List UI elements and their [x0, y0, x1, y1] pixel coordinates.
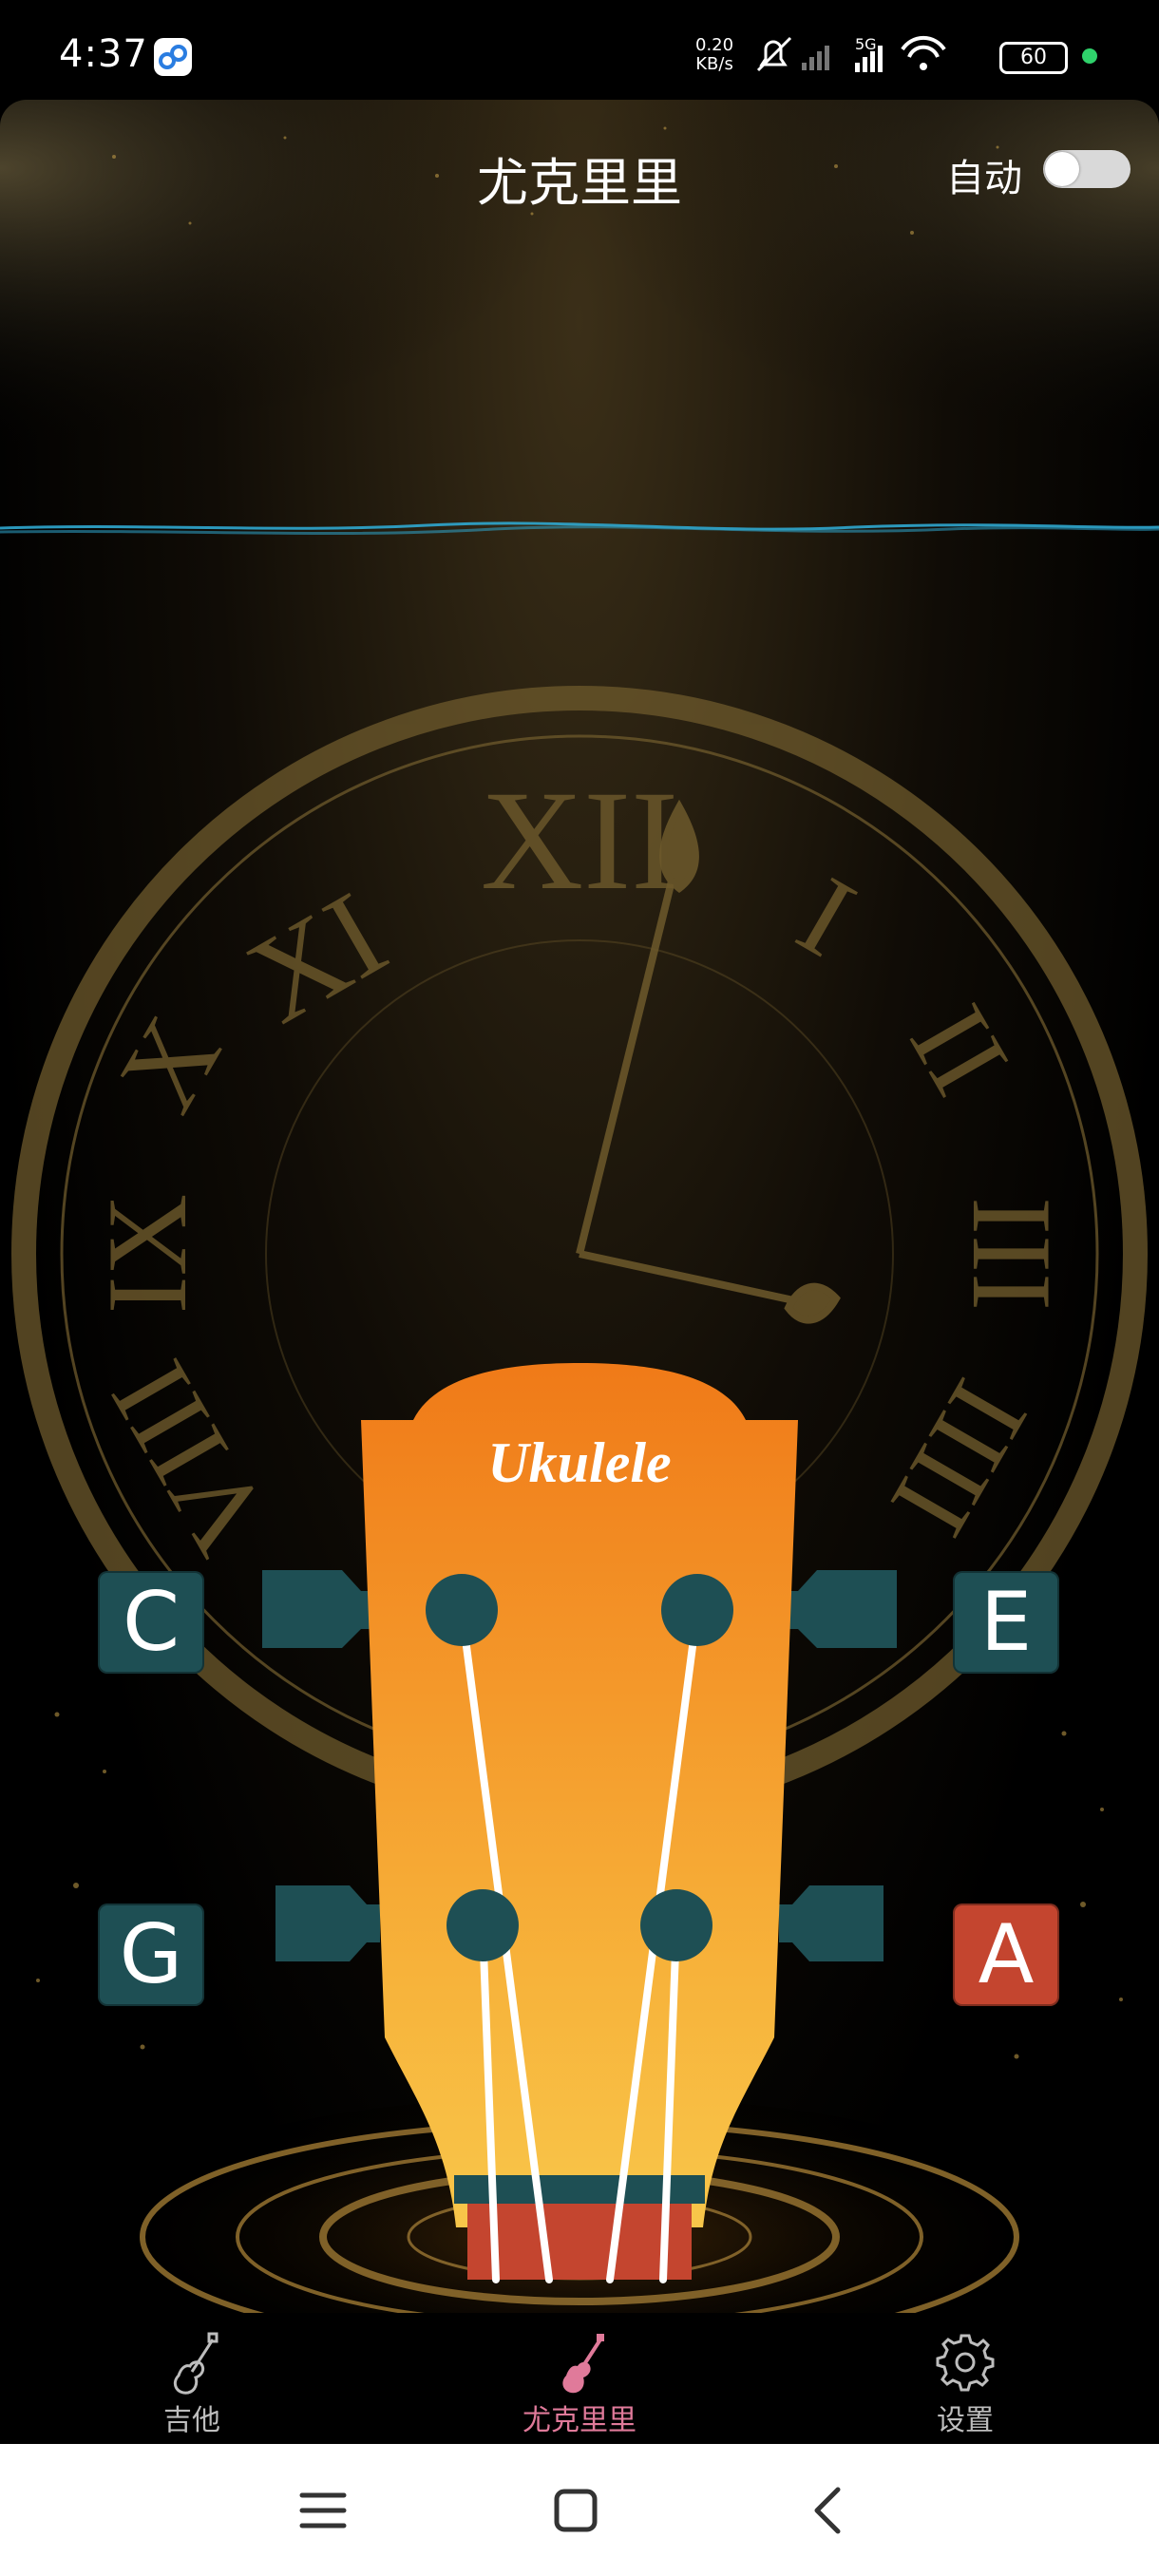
back-icon[interactable] [790, 2472, 866, 2548]
mute-bell-icon [756, 36, 792, 72]
auto-mode-toggle[interactable] [1043, 150, 1130, 188]
network-speed-unit: KB/s [695, 54, 733, 74]
signal-weak-icon [802, 46, 829, 70]
system-navigation-bar [0, 2444, 1159, 2576]
status-time: 4:37 [59, 32, 148, 76]
svg-text:II: II [886, 985, 1034, 1114]
bottom-navigation: 吉他 尤克里里 设置 [0, 2313, 1159, 2444]
fretboard [467, 2204, 692, 2280]
tab-guitar[interactable]: 吉他 [78, 2313, 306, 2444]
network-speed: 0.20 KB/s [695, 36, 733, 74]
svg-text:XII: XII [481, 762, 678, 919]
network-type-label: 5G [855, 35, 877, 53]
ukulele-icon [562, 2334, 604, 2394]
ukulele-headstock: Ukulele [262, 1363, 897, 2283]
app-notification-icon [154, 38, 192, 76]
tab-ukulele-label: 尤克里里 [522, 2404, 636, 2437]
toggle-knob [1045, 152, 1079, 186]
svg-text:IX: IX [84, 1194, 210, 1315]
brand-text: Ukulele [487, 1431, 671, 1494]
guitar-icon [173, 2332, 218, 2395]
home-icon[interactable] [538, 2472, 614, 2548]
svg-text:I: I [779, 852, 875, 980]
string-button-a[interactable]: A [953, 1904, 1059, 2006]
svg-text:X: X [94, 996, 245, 1131]
string-button-g[interactable]: G [98, 1904, 204, 2006]
privacy-dot [1082, 48, 1097, 64]
wifi-icon [901, 35, 946, 70]
string-button-c[interactable]: C [98, 1571, 204, 1674]
tab-ukulele[interactable]: 尤克里里 [466, 2313, 694, 2444]
tab-settings[interactable]: 设置 [851, 2313, 1079, 2444]
svg-text:XI: XI [226, 866, 408, 1050]
status-bar: 4:37 0.20 KB/s 5G 60 [0, 0, 1159, 104]
auto-mode-label: 自动 [946, 157, 1022, 200]
battery-indicator: 60 [999, 42, 1068, 74]
tab-settings-label: 设置 [937, 2404, 994, 2437]
network-speed-value: 0.20 [695, 35, 734, 55]
svg-text:III: III [949, 1197, 1075, 1311]
gear-icon [936, 2334, 995, 2392]
string-button-e[interactable]: E [953, 1571, 1059, 1674]
menu-icon[interactable] [285, 2472, 361, 2548]
tab-guitar-label: 吉他 [163, 2404, 220, 2437]
